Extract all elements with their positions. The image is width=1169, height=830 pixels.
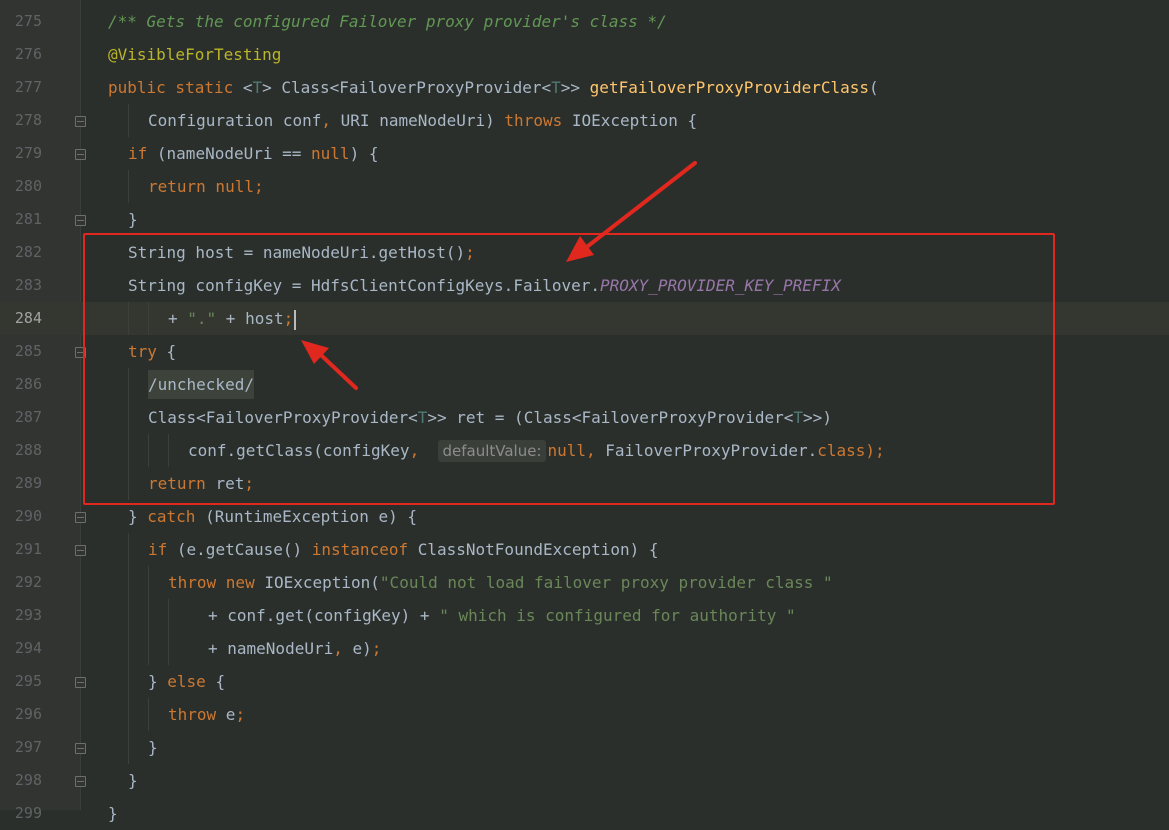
arrow-upper — [566, 161, 697, 262]
arrow-lower — [301, 340, 358, 390]
annotation-arrows — [301, 161, 697, 390]
